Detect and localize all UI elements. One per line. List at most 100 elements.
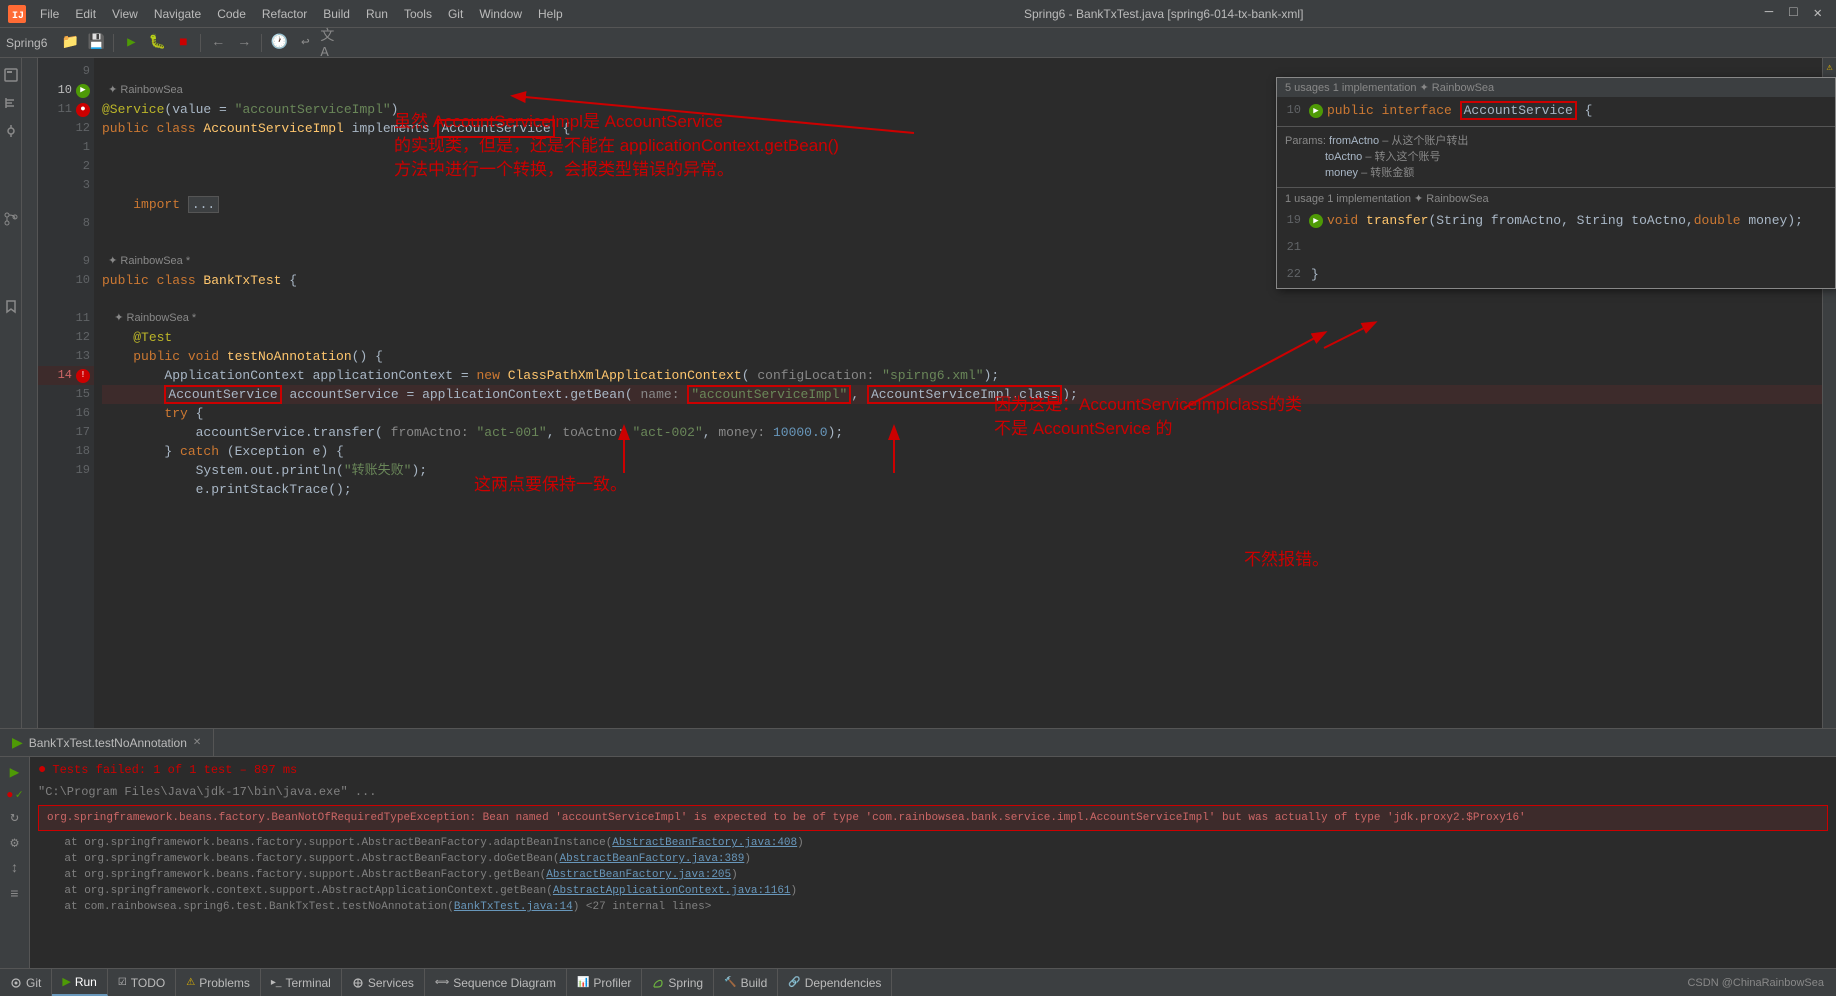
maximize-button[interactable]: □ xyxy=(1783,3,1803,24)
app-logo: IJ xyxy=(8,5,26,23)
tab-spacer xyxy=(892,969,1675,996)
line-number-gutter: 9 10 ▶ 11 ● 12 1 2 3 8 9 10 xyxy=(38,58,94,728)
popup-method-info: Params: fromActno – 从这个账户转出 toActno – 转入… xyxy=(1277,129,1835,185)
code-line-16: accountService.transfer( fromActno: "act… xyxy=(102,423,1828,442)
menu-file[interactable]: File xyxy=(34,5,65,23)
popup-method-run-icon[interactable]: ▶ xyxy=(1309,214,1323,228)
toolbar-translate[interactable]: 文A xyxy=(320,32,342,54)
popup-run-icon[interactable]: ▶ xyxy=(1309,104,1323,118)
toolbar-run[interactable]: ▶ xyxy=(120,32,142,54)
run-tab-bar: ▶ BankTxTest.testNoAnnotation ✕ xyxy=(0,729,1836,757)
run-sidebar: ▶ ● ✓ ↻ ⚙ ↕ ≡ xyxy=(0,757,30,968)
menu-run[interactable]: Run xyxy=(360,5,394,23)
code-line-bank-10 xyxy=(102,290,1828,309)
tab-run[interactable]: ▶ Run xyxy=(52,969,107,996)
close-button[interactable]: ✕ xyxy=(1808,3,1828,24)
sidebar-project[interactable] xyxy=(0,62,24,88)
menu-refactor[interactable]: Refactor xyxy=(256,5,313,23)
tab-sequence-diagram[interactable]: ⟺ Sequence Diagram xyxy=(425,969,567,996)
tab-run-label: Run xyxy=(75,975,97,989)
gutter-error-icon-11[interactable]: ● xyxy=(76,103,90,117)
menu-bar[interactable]: File Edit View Navigate Code Refactor Bu… xyxy=(34,5,569,23)
stack-link-1[interactable]: AbstractBeanFactory.java:389 xyxy=(560,853,745,865)
popup-line-num-10: 10 xyxy=(1277,101,1307,120)
gutter-run-icon-10[interactable]: ▶ xyxy=(76,84,90,98)
popup-usage-bar: 1 usage 1 implementation ✦ RainbowSea xyxy=(1277,190,1835,207)
popup-code-area: 10 ▶ public interface AccountService { xyxy=(1277,97,1835,124)
toolbar-debug[interactable]: 🐛 xyxy=(146,32,168,54)
toolbar-navigate-back[interactable]: ← xyxy=(207,32,229,54)
spring-label: Spring6 xyxy=(6,36,47,50)
toolbar-save[interactable]: 💾 xyxy=(85,32,107,54)
menu-view[interactable]: View xyxy=(106,5,144,23)
window-title: Spring6 - BankTxTest.java [spring6-014-t… xyxy=(1024,7,1303,21)
run-tab-label[interactable]: ▶ BankTxTest.testNoAnnotation ✕ xyxy=(0,729,214,756)
stack-link-4[interactable]: BankTxTest.java:14 xyxy=(454,901,573,913)
toolbar-divider-1 xyxy=(113,34,114,52)
code-line-13: ApplicationContext applicationContext = … xyxy=(102,366,1828,385)
window-controls[interactable]: ─ □ ✕ xyxy=(1759,3,1828,24)
sidebar-pull-requests[interactable] xyxy=(0,206,24,232)
cmd-line: "C:\Program Files\Java\jdk-17\bin\java.e… xyxy=(38,783,1828,801)
author-label-3: ✦ RainbowSea * xyxy=(102,309,1828,328)
stack-line-4: at com.rainbowsea.spring6.test.BankTxTes… xyxy=(38,899,1828,915)
popup-usage-count: 5 usages 1 implementation ✦ RainbowSea xyxy=(1285,81,1494,94)
sidebar-structure[interactable] xyxy=(0,90,24,116)
problems-icon: ⚠ xyxy=(186,977,195,988)
popup-line-num-19: 19 xyxy=(1277,211,1307,230)
code-line-18: System.out.println("转账失败"); xyxy=(102,461,1828,480)
test-failed-text: Tests failed: 1 of 1 test – 897 ms xyxy=(52,761,297,779)
run-settings-button[interactable]: ≡ xyxy=(4,884,26,906)
toolbar-divider-3 xyxy=(261,34,262,52)
toolbar-history[interactable]: 🕐 xyxy=(268,32,290,54)
run-play-button[interactable]: ▶ xyxy=(4,761,26,783)
tab-git-label: Git xyxy=(26,976,41,990)
tab-dependencies[interactable]: 🔗 Dependencies xyxy=(778,969,892,996)
popup-method-code-area: 19 ▶ void transfer(String fromActno, Str… xyxy=(1277,207,1835,234)
gutter-error-icon-14[interactable]: ! xyxy=(76,369,90,383)
todo-icon: ☑ xyxy=(118,977,127,988)
sidebar-bookmarks[interactable] xyxy=(0,294,24,320)
menu-navigate[interactable]: Navigate xyxy=(148,5,207,23)
stack-link-0[interactable]: AbstractBeanFactory.java:408 xyxy=(612,837,797,849)
tab-dependencies-label: Dependencies xyxy=(805,976,882,990)
run-filter-button[interactable]: ⚙ xyxy=(4,832,26,854)
toolbar-navigate-forward[interactable]: → xyxy=(233,32,255,54)
code-line-15: try { xyxy=(102,404,1828,423)
menu-help[interactable]: Help xyxy=(532,5,569,23)
toolbar-stop[interactable]: ■ xyxy=(172,32,194,54)
tab-terminal[interactable]: ▸_ Terminal xyxy=(261,969,342,996)
tab-problems[interactable]: ⚠ Problems xyxy=(176,969,261,996)
tab-services[interactable]: Services xyxy=(342,969,425,996)
popup-method-code: void transfer(String fromActno, String t… xyxy=(1323,211,1835,230)
run-rerun-button[interactable]: ↻ xyxy=(4,806,26,828)
run-scroll-button[interactable]: ↕ xyxy=(4,858,26,880)
spring-icon xyxy=(652,977,664,989)
tab-build[interactable]: 🔨 Build xyxy=(714,969,778,996)
menu-build[interactable]: Build xyxy=(317,5,356,23)
tab-profiler[interactable]: 📊 Profiler xyxy=(567,969,642,996)
menu-git[interactable]: Git xyxy=(442,5,469,23)
menu-window[interactable]: Window xyxy=(473,5,528,23)
annotation-bottom-3: 不然报错。 xyxy=(1244,548,1329,572)
tab-todo[interactable]: ☑ TODO xyxy=(108,969,176,996)
toolbar-open[interactable]: 📁 xyxy=(59,32,81,54)
stack-link-2[interactable]: AbstractBeanFactory.java:205 xyxy=(546,869,731,881)
tab-spring[interactable]: Spring xyxy=(642,969,714,996)
minimize-button[interactable]: ─ xyxy=(1759,3,1779,24)
menu-edit[interactable]: Edit xyxy=(69,5,102,23)
tab-build-label: Build xyxy=(741,976,768,990)
menu-code[interactable]: Code xyxy=(211,5,252,23)
run-content: ▶ ● ✓ ↻ ⚙ ↕ ≡ ● Tests failed: 1 of 1 tes… xyxy=(0,757,1836,968)
code-line-12-method: public void testNoAnnotation() { xyxy=(102,347,1828,366)
stack-trace: at org.springframework.beans.factory.sup… xyxy=(38,835,1828,915)
test-fail-icon: ● xyxy=(38,761,46,779)
stack-link-3[interactable]: AbstractApplicationContext.java:1161 xyxy=(553,885,791,897)
toolbar-undo[interactable]: ↩ xyxy=(294,32,316,54)
tab-git[interactable]: Git xyxy=(0,969,52,996)
menu-tools[interactable]: Tools xyxy=(398,5,438,23)
sidebar-commit[interactable] xyxy=(0,118,24,144)
interface-popup: 5 usages 1 implementation ✦ RainbowSea 1… xyxy=(1276,77,1836,289)
run-tab-name: BankTxTest.testNoAnnotation xyxy=(29,736,187,750)
run-tab-close[interactable]: ✕ xyxy=(193,737,201,748)
